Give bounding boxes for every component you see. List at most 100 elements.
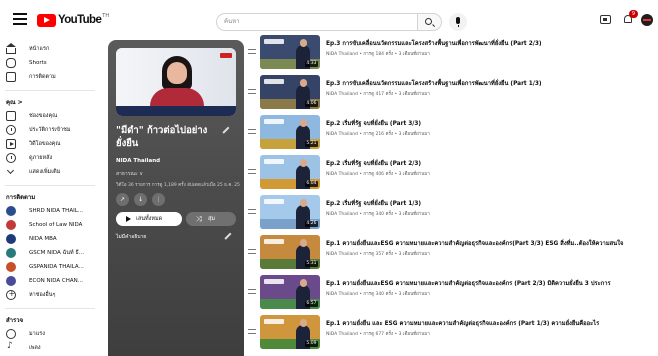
video-meta: NIDA Thailand • การดู 677 ครั้ง • 3 เดือ…: [326, 332, 430, 337]
sidebar-divider: [5, 90, 95, 91]
video-thumbnail[interactable]: 6:04: [260, 155, 320, 189]
video-title[interactable]: Ep.1 ความยั่งยืนและESG ความหมายและความสำ…: [326, 238, 656, 248]
search-button[interactable]: [418, 13, 442, 31]
sidebar-item-browse-channels[interactable]: หาช่องอื่นๆ: [6, 288, 55, 302]
shorts-icon: [6, 58, 16, 68]
add-circle-icon: [6, 289, 16, 300]
more-options-icon[interactable]: ⋮: [152, 193, 165, 206]
create-icon[interactable]: [600, 15, 611, 24]
share-icon[interactable]: ↗: [116, 193, 129, 206]
sidebar-item-history[interactable]: ประวัติการเข้าชม: [6, 123, 71, 137]
voice-search-button[interactable]: [449, 13, 467, 31]
drag-handle-icon[interactable]: [248, 49, 256, 54]
video-title[interactable]: Ep.2 เริ่มที่รัฐ จบที่ยั่งยืน (Part 3/3): [326, 118, 656, 128]
video-meta: NIDA Thailand • การดู 406 ครั้ง • 3 เดือ…: [326, 172, 430, 177]
privacy-dropdown[interactable]: สาธารณะ ∨: [116, 170, 143, 178]
logo-region: TH: [102, 13, 110, 19]
video-title[interactable]: Ep.2 เริ่มที่รัฐ จบที่ยั่งยืน (Part 2/3): [326, 158, 656, 168]
sidebar-item-show-more[interactable]: แสดงเพิ่มเติม: [6, 165, 60, 179]
subscription-channel[interactable]: GSPANIDA THAILA...: [6, 260, 84, 274]
drag-handle-icon[interactable]: [248, 289, 256, 294]
playlist-video-row[interactable]: 6:57 Ep.1 ความยั่งยืนและESG ความหมายและค…: [246, 273, 658, 313]
video-thumbnail[interactable]: 4:26: [260, 195, 320, 229]
playlist-header-panel: "มีดำ" ก้าวต่อไปอย่างยั่งยืน NIDA Thaila…: [108, 40, 244, 356]
video-title[interactable]: Ep.1 ความยั่งยืน และ ESG ความหมายและความ…: [326, 318, 656, 328]
video-thumbnail[interactable]: 4:33: [260, 35, 320, 69]
video-thumbnail[interactable]: 5:31: [260, 235, 320, 269]
sidebar-item-music[interactable]: เพลง: [6, 341, 41, 355]
sidebar-item-label: หน้าแรก: [29, 46, 50, 52]
playlist-video-row[interactable]: 4:06 Ep.3 การขับเคลื่อนนวัตกรรมและโครงสร…: [246, 73, 658, 113]
sidebar-item-label: เพลง: [29, 345, 41, 351]
channel-avatar: [6, 206, 16, 216]
subscription-channel[interactable]: ECON NIDA CHAN...: [6, 274, 83, 288]
hamburger-menu-icon[interactable]: [13, 13, 27, 25]
search-input[interactable]: ค้นหา: [216, 13, 418, 31]
account-avatar[interactable]: [641, 14, 653, 26]
video-duration: 6:57: [304, 301, 318, 307]
playlist-owner[interactable]: NIDA Thailand: [116, 158, 160, 164]
video-title[interactable]: Ep.3 การขับเคลื่อนนวัตกรรมและโครงสร้างพื…: [326, 38, 656, 48]
play-all-button[interactable]: เล่นทั้งหมด: [116, 212, 182, 226]
drag-handle-icon[interactable]: [248, 89, 256, 94]
playlist-thumbnail[interactable]: [116, 48, 236, 116]
subscription-channel[interactable]: SHRD NIDA THAIL...: [6, 204, 83, 218]
subscription-channel[interactable]: NIDA MBA: [6, 232, 57, 246]
video-meta: NIDA Thailand • การดู 184 ครั้ง • 3 เดือ…: [326, 52, 430, 57]
shuffle-button[interactable]: สุ่ม: [186, 212, 236, 226]
sidebar-item-your-channel[interactable]: ช่องของคุณ: [6, 109, 57, 123]
video-duration: 5:21: [304, 141, 318, 147]
edit-title-pencil-icon[interactable]: [222, 126, 230, 134]
subscription-channel[interactable]: School of Law NIDA: [6, 218, 82, 232]
subscription-channel[interactable]: GSCM NIDA ฉันท์ ธี...: [6, 246, 84, 260]
video-thumbnail[interactable]: 5:09: [260, 315, 320, 349]
video-meta: NIDA Thailand • การดู 340 ครั้ง • 3 เดือ…: [326, 212, 430, 217]
sidebar-item-label: ประวัติการเข้าชม: [29, 127, 71, 133]
playlist-description: ไม่มีคำอธิบาย: [116, 234, 147, 240]
sidebar-item-home[interactable]: หน้าแรก: [5, 42, 50, 56]
channel-name: NIDA MBA: [29, 236, 57, 242]
video-title[interactable]: Ep.1 ความยั่งยืนและESG ความหมายและความสำ…: [326, 278, 656, 288]
video-title[interactable]: Ep.3 การขับเคลื่อนนวัตกรรมและโครงสร้างพื…: [326, 78, 656, 88]
your-channel-icon: [6, 111, 16, 121]
subscriptions-icon: [6, 72, 16, 82]
music-icon: [6, 341, 16, 353]
edit-description-pencil-icon[interactable]: [224, 232, 232, 240]
video-thumbnail[interactable]: 6:57: [260, 275, 320, 309]
playlist-video-row[interactable]: 5:09 Ep.1 ความยั่งยืน และ ESG ความหมายแล…: [246, 313, 658, 353]
logo-text: YouTube: [58, 14, 102, 26]
sidebar-explore-header: สำรวจ: [6, 317, 24, 324]
drag-handle-icon[interactable]: [248, 129, 256, 134]
search-icon: [425, 18, 432, 25]
drag-handle-icon[interactable]: [248, 209, 256, 214]
sidebar-item-label: แสดงเพิ่มเติม: [29, 169, 61, 175]
playlist-video-row[interactable]: 4:26 Ep.2 เริ่มที่รัฐ จบที่ยั่งยืน (Part…: [246, 193, 658, 233]
sidebar-item-your-videos[interactable]: วิดีโอของคุณ: [6, 137, 60, 151]
playlist-video-row[interactable]: 5:21 Ep.2 เริ่มที่รัฐ จบที่ยั่งยืน (Part…: [246, 113, 658, 153]
download-icon[interactable]: ↓: [134, 193, 147, 206]
video-duration: 6:04: [304, 181, 318, 187]
video-meta: NIDA Thailand • การดู 340 ครั้ง • 3 เดือ…: [326, 292, 430, 297]
video-thumbnail[interactable]: 5:21: [260, 115, 320, 149]
drag-handle-icon[interactable]: [248, 169, 256, 174]
sidebar-item-shorts[interactable]: Shorts: [6, 56, 47, 70]
playlist-title: "มีดำ" ก้าวต่อไปอย่างยั่งยืน: [116, 125, 208, 149]
sidebar-item-subscriptions[interactable]: การติดตาม: [6, 70, 56, 84]
youtube-logo[interactable]: YouTube TH: [37, 13, 109, 27]
playlist-video-row[interactable]: 6:04 Ep.2 เริ่มที่รัฐ จบที่ยั่งยืน (Part…: [246, 153, 658, 193]
playlist-video-row[interactable]: 5:31 Ep.1 ความยั่งยืนและESG ความหมายและค…: [246, 233, 658, 273]
video-title[interactable]: Ep.2 เริ่มที่รัฐ จบที่ยั่งยืน (Part 1/3): [326, 198, 656, 208]
sidebar-item-label: ช่องของคุณ: [29, 113, 58, 119]
sidebar-item-label: หาช่องอื่นๆ: [29, 292, 56, 298]
drag-handle-icon[interactable]: [248, 249, 256, 254]
sidebar-item-watch-later[interactable]: ดูภายหลัง: [6, 151, 52, 165]
sidebar-item-trending[interactable]: มาแรง: [6, 327, 45, 341]
video-duration: 4:26: [304, 221, 318, 227]
sidebar-you-header[interactable]: คุณ >: [6, 97, 23, 107]
drag-handle-icon[interactable]: [248, 329, 256, 334]
playlist-video-row[interactable]: 4:33 Ep.3 การขับเคลื่อนนวัตกรรมและโครงสร…: [246, 33, 658, 73]
video-duration: 5:09: [304, 341, 318, 347]
microphone-icon: [456, 17, 460, 27]
video-thumbnail[interactable]: 4:06: [260, 75, 320, 109]
history-icon: [6, 125, 16, 135]
